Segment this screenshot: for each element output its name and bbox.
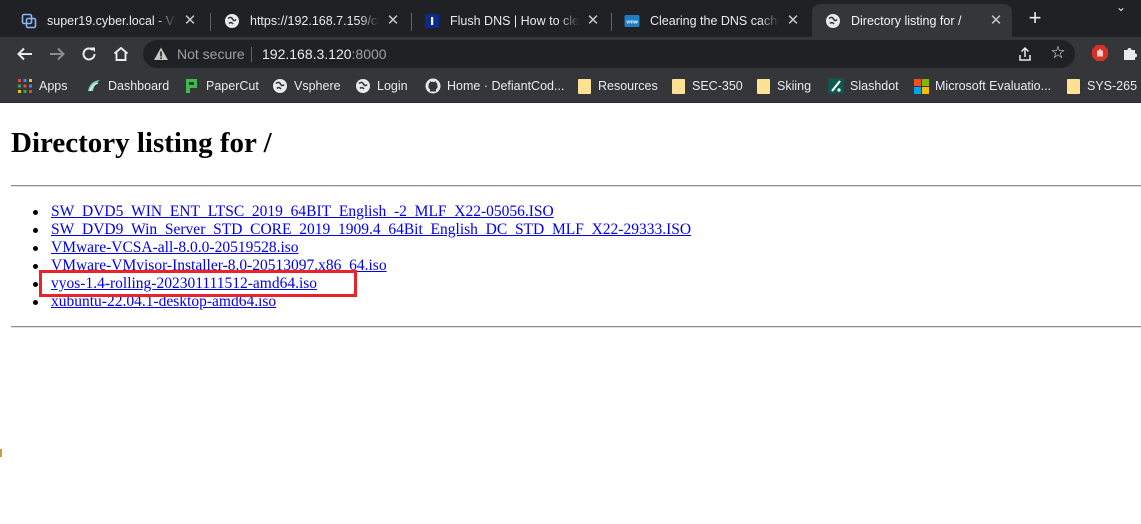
file-link[interactable]: SW_DVD9_Win_Server_STD_CORE_2019_1909.4_… bbox=[51, 221, 691, 238]
tab-flush-dns[interactable]: Flush DNS | How to clear t ✕ bbox=[411, 4, 609, 37]
tab-search-chevron-icon[interactable]: ⌄ bbox=[1112, 0, 1130, 14]
new-tab-icon[interactable]: + bbox=[1024, 7, 1046, 29]
papercut-icon bbox=[184, 78, 200, 94]
bookmark-dashboard[interactable]: Dashboard bbox=[86, 78, 169, 94]
not-secure-label[interactable]: Not secure bbox=[177, 46, 245, 62]
tab-title: Directory listing for / bbox=[851, 13, 962, 28]
tab-directory-listing[interactable]: Directory listing for / ✕ bbox=[812, 4, 1012, 37]
page-content: Directory listing for / SW_DVD5_WIN_ENT_… bbox=[0, 103, 1141, 524]
file-link[interactable]: VMware-VCSA-all-8.0.0-20519528.iso bbox=[51, 239, 299, 256]
bookmark-papercut[interactable]: PaperCut bbox=[184, 78, 259, 94]
home-icon[interactable] bbox=[110, 43, 132, 65]
bookmark-label: Vsphere bbox=[294, 79, 341, 93]
tab-title: Clearing the DNS cache in bbox=[650, 13, 779, 28]
bookmark-github-home[interactable]: Home · DefiantCod... bbox=[425, 78, 564, 94]
adblock-extension-icon[interactable] bbox=[1091, 44, 1109, 62]
edge-artifact bbox=[0, 449, 2, 457]
reload-icon[interactable] bbox=[78, 43, 100, 65]
bookmark-folder-resources[interactable]: Resources bbox=[576, 78, 658, 94]
bookmark-star-icon[interactable]: ☆ bbox=[1049, 44, 1067, 62]
microsoft-icon bbox=[913, 78, 929, 94]
annotation-highlight-box bbox=[39, 270, 357, 297]
tab-title: super19.cyber.local - VMw bbox=[47, 13, 176, 28]
tab-cgi[interactable]: https://192.168.7.159/cgi/ ✕ bbox=[211, 4, 409, 37]
tab-strip: super19.cyber.local - VMw ✕ https://192.… bbox=[0, 0, 1141, 37]
back-arrow-icon[interactable] bbox=[14, 43, 36, 65]
ionos-icon bbox=[424, 13, 440, 29]
omnibox-divider bbox=[251, 47, 252, 62]
close-tab-icon[interactable]: ✕ bbox=[988, 12, 1004, 29]
vsphere-icon bbox=[21, 13, 37, 29]
url-port: :8000 bbox=[351, 46, 387, 62]
globe-icon bbox=[825, 13, 841, 29]
bookmark-apps[interactable]: Apps bbox=[17, 78, 68, 94]
bookmark-microsoft-evaluation[interactable]: Microsoft Evaluatio... bbox=[913, 78, 1051, 94]
dashboard-icon bbox=[86, 78, 102, 94]
bookmark-label: Dashboard bbox=[108, 79, 170, 93]
url-host: 192.168.3.120 bbox=[262, 46, 352, 62]
bookmark-label: Home · DefiantCod... bbox=[447, 79, 565, 93]
list-item: SW_DVD9_Win_Server_STD_CORE_2019_1909.4_… bbox=[31, 221, 691, 239]
tab-title: https://192.168.7.159/cgi/ bbox=[250, 13, 379, 28]
apps-grid-icon bbox=[17, 78, 33, 94]
bookmark-label: Apps bbox=[39, 79, 68, 93]
extensions-puzzle-icon[interactable] bbox=[1121, 44, 1139, 62]
bookmark-folder-skiing[interactable]: Skiing bbox=[755, 78, 811, 94]
bookmark-label: Skiing bbox=[777, 79, 812, 93]
folder-icon bbox=[1065, 78, 1081, 94]
bookmark-label: Resources bbox=[598, 79, 658, 93]
forward-arrow-icon[interactable] bbox=[46, 43, 68, 65]
top-rule bbox=[11, 185, 1141, 187]
folder-icon bbox=[755, 78, 771, 94]
svg-text:vmw: vmw bbox=[626, 19, 638, 25]
bookmark-folder-sys-265[interactable]: SYS-265 bbox=[1065, 78, 1137, 94]
vmware-icon: vmw bbox=[624, 13, 640, 29]
bookmark-label: Microsoft Evaluatio... bbox=[935, 79, 1052, 93]
close-tab-icon[interactable]: ✕ bbox=[385, 12, 401, 29]
bookmark-folder-sec-350[interactable]: SEC-350 bbox=[670, 78, 743, 94]
file-link[interactable]: SW_DVD5_WIN_ENT_LTSC_2019_64BIT_English_… bbox=[51, 203, 554, 220]
url-text[interactable]: 192.168.3.120:8000 bbox=[262, 46, 387, 62]
bookmarks-bar: Apps Dashboard PaperCut Vsphere Login Ho… bbox=[0, 70, 1141, 103]
bookmark-label: PaperCut bbox=[206, 79, 259, 93]
close-tab-icon[interactable]: ✕ bbox=[182, 12, 198, 29]
close-tab-icon[interactable]: ✕ bbox=[585, 12, 601, 29]
bottom-rule bbox=[11, 326, 1141, 328]
bookmark-slashdot[interactable]: Slashdot bbox=[828, 78, 899, 94]
tab-vsphere[interactable]: super19.cyber.local - VMw ✕ bbox=[8, 4, 206, 37]
bookmark-label: Login bbox=[377, 79, 408, 93]
bookmark-login[interactable]: Login bbox=[355, 78, 408, 94]
globe-icon bbox=[224, 13, 240, 29]
list-item: VMware-VCSA-all-8.0.0-20519528.iso bbox=[31, 239, 691, 257]
tab-title: Flush DNS | How to clear t bbox=[450, 13, 579, 28]
close-tab-icon[interactable]: ✕ bbox=[785, 12, 801, 29]
bookmark-label: SEC-350 bbox=[692, 79, 743, 93]
bookmark-label: Slashdot bbox=[850, 79, 899, 93]
slashdot-icon bbox=[828, 78, 844, 94]
page-heading: Directory listing for / bbox=[11, 127, 272, 159]
browser-toolbar: Not secure 192.168.3.120:8000 ☆ bbox=[0, 37, 1141, 70]
warning-triangle-icon[interactable] bbox=[153, 46, 169, 62]
list-item: SW_DVD5_WIN_ENT_LTSC_2019_64BIT_English_… bbox=[31, 203, 691, 221]
bookmark-vsphere[interactable]: Vsphere bbox=[272, 78, 341, 94]
folder-icon bbox=[576, 78, 592, 94]
bookmark-label: SYS-265 bbox=[1087, 79, 1138, 93]
tab-clearing-dns[interactable]: vmw Clearing the DNS cache in ✕ bbox=[611, 4, 809, 37]
github-icon bbox=[425, 78, 441, 94]
globe-icon bbox=[355, 78, 371, 94]
globe-icon bbox=[272, 78, 288, 94]
address-bar[interactable]: Not secure 192.168.3.120:8000 ☆ bbox=[143, 40, 1075, 68]
folder-icon bbox=[670, 78, 686, 94]
share-icon[interactable] bbox=[1017, 46, 1033, 62]
